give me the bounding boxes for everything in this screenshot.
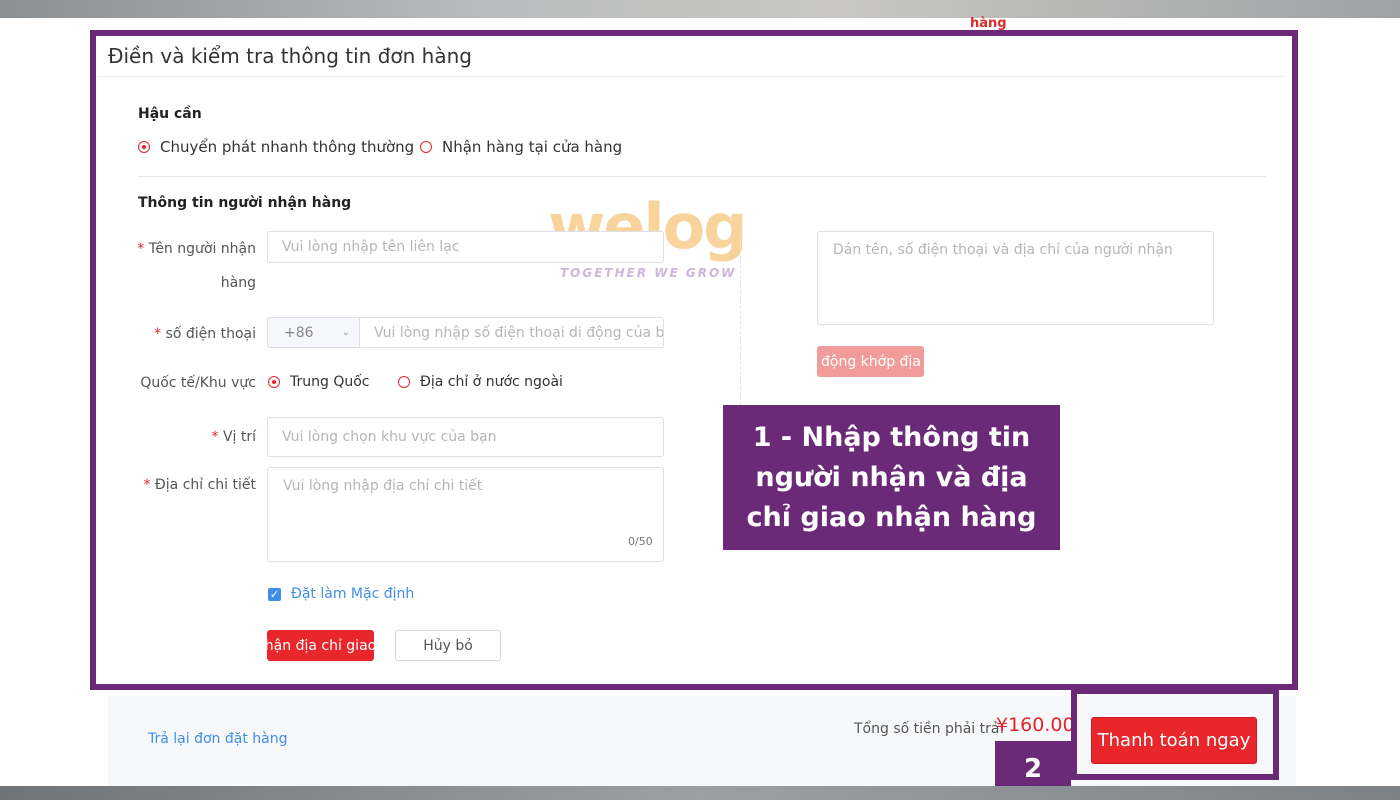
bottom-background-strip [0,786,1400,800]
highlight-frame-form [90,30,1298,690]
total-amount-value: ¥160.00 [996,714,1075,736]
total-amount-label: Tổng số tiền phải trả: [854,721,1005,737]
highlight-frame-pay [1071,688,1279,780]
back-to-order-link[interactable]: Trả lại đơn đặt hàng [148,731,287,747]
top-cut-text: hàng [970,16,1007,31]
